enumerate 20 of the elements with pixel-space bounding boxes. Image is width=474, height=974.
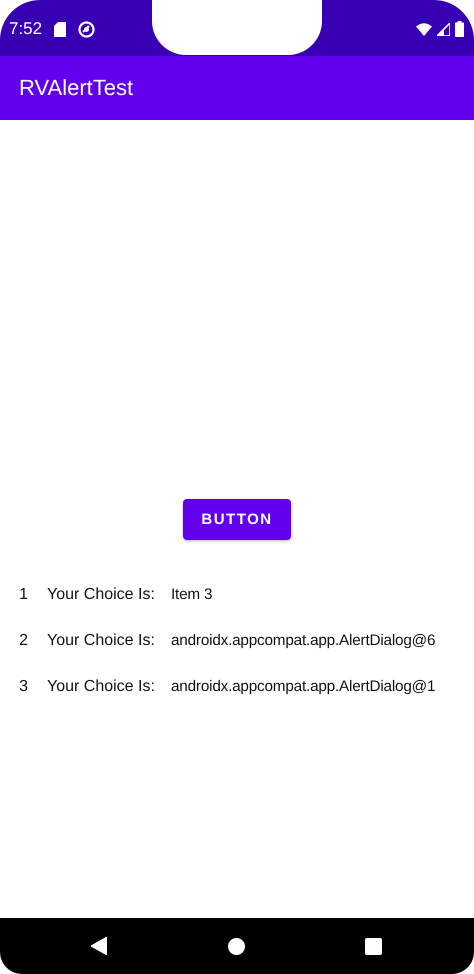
choice-label: Your Choice Is: bbox=[47, 632, 156, 650]
choice-value: Item 3 bbox=[171, 586, 212, 604]
action-button[interactable]: BUTTON bbox=[183, 499, 291, 540]
app-title: RVAlertTest bbox=[19, 75, 134, 101]
choice-value: androidx.appcompat.app.AlertDialog@6 bbox=[171, 632, 436, 650]
battery-icon bbox=[455, 21, 464, 37]
row-number: 1 bbox=[18, 586, 28, 604]
row-number: 3 bbox=[18, 678, 28, 696]
choice-value: androidx.appcompat.app.AlertDialog@1 bbox=[171, 678, 436, 696]
sync-circle-icon bbox=[78, 20, 96, 38]
signal-icon bbox=[437, 22, 450, 36]
recents-icon[interactable] bbox=[365, 938, 382, 954]
back-icon[interactable] bbox=[91, 937, 107, 955]
choice-label: Your Choice Is: bbox=[47, 678, 156, 696]
sd-card-icon bbox=[54, 22, 66, 36]
home-icon[interactable] bbox=[228, 938, 244, 954]
clock-time: 7:52 bbox=[9, 19, 42, 39]
wifi-icon bbox=[416, 22, 432, 36]
row-number: 2 bbox=[18, 632, 28, 650]
choice-label: Your Choice Is: bbox=[47, 586, 156, 604]
